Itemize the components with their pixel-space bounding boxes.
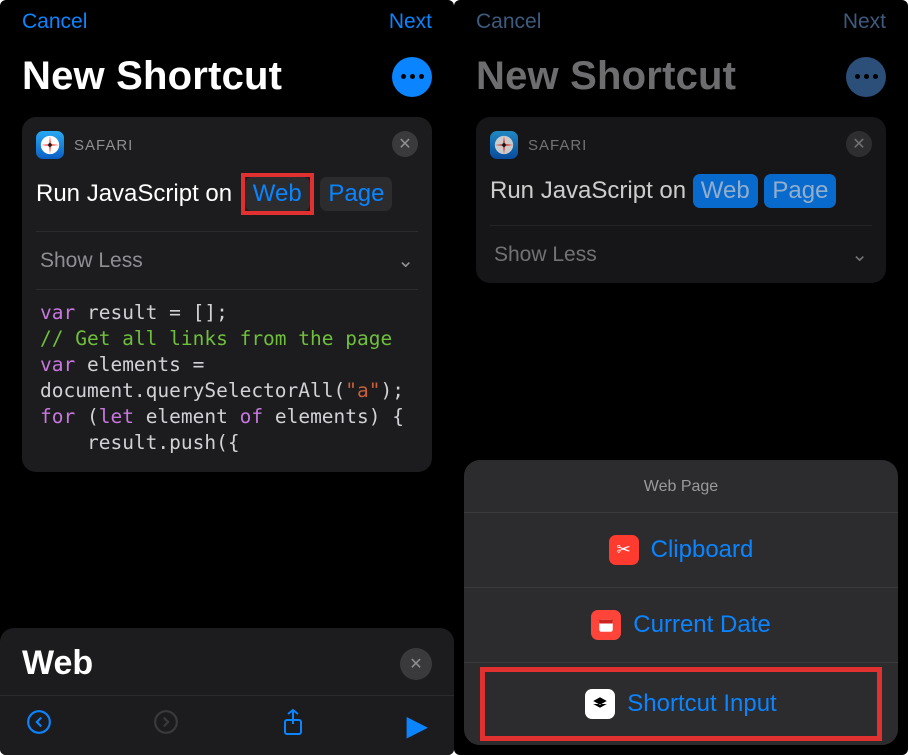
more-button[interactable] — [392, 57, 432, 97]
variable-token-page[interactable]: Page — [764, 174, 836, 208]
app-name-label: SAFARI — [74, 137, 133, 154]
title-row: New Shortcut — [454, 44, 908, 117]
option-label: Shortcut Input — [627, 690, 776, 718]
show-less-label: Show Less — [494, 243, 597, 267]
next-button[interactable]: Next — [389, 10, 432, 34]
more-button[interactable] — [846, 57, 886, 97]
title-row: New Shortcut — [0, 44, 454, 117]
safari-icon — [490, 131, 518, 159]
show-less-row[interactable]: Show Less ⌄ — [22, 232, 432, 289]
top-nav-bar: Cancel Next — [0, 0, 454, 44]
page-title: New Shortcut — [22, 54, 282, 99]
option-label: Clipboard — [651, 536, 754, 564]
app-name-label: SAFARI — [528, 137, 587, 154]
share-button[interactable] — [281, 708, 305, 743]
next-button[interactable]: Next — [843, 10, 886, 34]
option-current-date[interactable]: Current Date — [464, 588, 898, 662]
left-screenshot: Cancel Next New Shortcut SAFARI ✕ Run Ja… — [0, 0, 454, 755]
variable-search-panel: Web ✕ ▶ — [0, 628, 454, 755]
option-shortcut-input[interactable]: Shortcut Input — [485, 672, 877, 736]
chevron-down-icon: ⌄ — [397, 248, 414, 273]
right-screenshot: Cancel Next New Shortcut SAFARI ✕ Run Ja… — [454, 0, 908, 755]
javascript-code-editor[interactable]: var result = []; // Get all links from t… — [22, 290, 432, 472]
variable-picker-container: Web Page ✂ Clipboard Current Date Sho — [454, 669, 908, 755]
chevron-down-icon: ⌄ — [851, 242, 868, 267]
undo-button[interactable] — [26, 709, 52, 742]
layers-icon — [585, 689, 615, 719]
show-less-row[interactable]: Show Less ⌄ — [476, 226, 886, 283]
web-token-highlight-box: Web — [241, 173, 314, 215]
show-less-label: Show Less — [40, 249, 143, 273]
option-clipboard[interactable]: ✂ Clipboard — [464, 513, 898, 587]
cancel-button[interactable]: Cancel — [22, 10, 87, 34]
variable-picker-sheet: Web Page ✂ Clipboard Current Date Sho — [464, 460, 898, 745]
card-header: SAFARI ✕ — [22, 117, 432, 167]
clipboard-icon: ✂ — [609, 535, 639, 565]
action-prefix: Run JavaScript on — [36, 180, 239, 207]
remove-action-button[interactable]: ✕ — [846, 131, 872, 157]
redo-button — [153, 709, 179, 742]
cancel-button[interactable]: Cancel — [476, 10, 541, 34]
shortcut-input-highlight-box: Shortcut Input — [480, 667, 882, 741]
search-text[interactable]: Web — [22, 644, 93, 683]
page-title: New Shortcut — [476, 54, 736, 99]
sheet-title: Web Page — [464, 460, 898, 512]
action-card: SAFARI ✕ Run JavaScript on Web Page Show… — [476, 117, 886, 283]
variable-token-web[interactable]: Web — [693, 174, 758, 208]
action-card: SAFARI ✕ Run JavaScript on Web Page Show… — [22, 117, 432, 472]
option-label: Current Date — [633, 611, 770, 639]
action-prefix: Run JavaScript on — [490, 177, 693, 204]
top-nav-bar: Cancel Next — [454, 0, 908, 44]
clear-search-button[interactable]: ✕ — [400, 648, 432, 680]
variable-token-web[interactable]: Web — [245, 177, 310, 211]
safari-icon — [36, 131, 64, 159]
calendar-icon — [591, 610, 621, 640]
search-row: Web ✕ — [0, 632, 454, 695]
bottom-toolbar: ▶ — [0, 695, 454, 755]
variable-token-page[interactable]: Page — [320, 177, 392, 211]
run-button[interactable]: ▶ — [406, 709, 428, 742]
action-description: Run JavaScript on Web Page — [476, 167, 886, 225]
card-header: SAFARI ✕ — [476, 117, 886, 167]
remove-action-button[interactable]: ✕ — [392, 131, 418, 157]
action-description: Run JavaScript on Web Page — [22, 167, 432, 231]
divider — [464, 662, 898, 663]
